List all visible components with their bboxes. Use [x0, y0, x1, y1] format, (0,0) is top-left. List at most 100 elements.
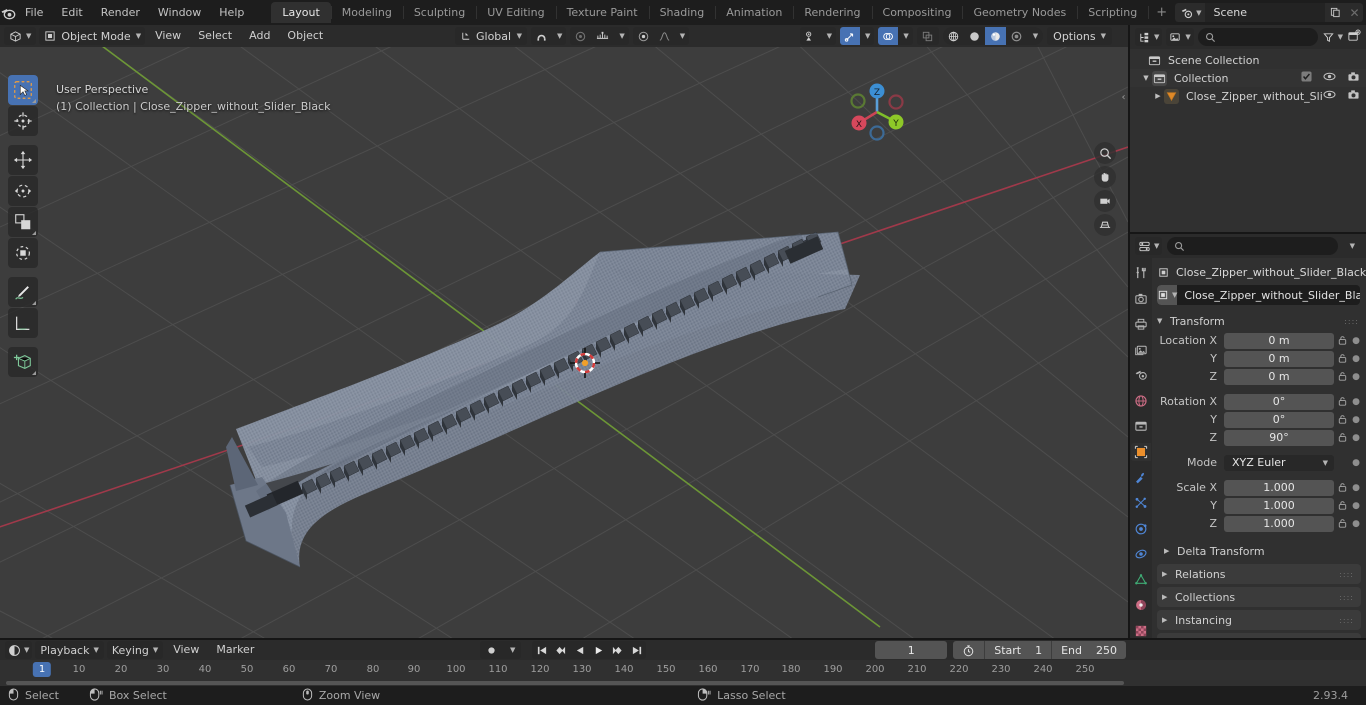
particles-icon[interactable]: [1131, 494, 1151, 513]
properties-editor-icon[interactable]: ▼: [1135, 237, 1163, 255]
magnet-icon[interactable]: [531, 27, 552, 45]
rotation-z-value[interactable]: 90°: [1224, 429, 1334, 446]
gizmo-chevron-icon[interactable]: ▼: [861, 27, 874, 45]
current-frame-field[interactable]: 1: [875, 641, 948, 659]
collection-box-icon[interactable]: [1131, 417, 1151, 436]
tab-modeling[interactable]: Modeling: [330, 2, 403, 23]
viewport-menu-object[interactable]: Object: [280, 27, 330, 45]
transform-panel-header[interactable]: ▼ Transform ::::: [1152, 311, 1366, 331]
outliner-row-object[interactable]: ▶ Close_Zipper_without_Sli: [1130, 87, 1366, 105]
play-icon[interactable]: [589, 641, 608, 659]
animate-property-icon[interactable]: ●: [1350, 458, 1362, 468]
keying-chevron-icon[interactable]: ▼: [504, 641, 521, 659]
lock-icon[interactable]: [1334, 500, 1350, 511]
smooth-falloff-icon[interactable]: [654, 27, 675, 45]
material-sphere-icon[interactable]: [1131, 596, 1151, 615]
lock-icon[interactable]: [1334, 482, 1350, 493]
scene-selector[interactable]: ▼ Scene ✕: [1175, 3, 1364, 22]
navigation-gizmo[interactable]: Z X Y: [840, 75, 914, 149]
tab-sculpting[interactable]: Sculpting: [402, 2, 476, 23]
shading-rendered-icon[interactable]: [1006, 27, 1027, 45]
camera-render-icon[interactable]: [1347, 89, 1360, 103]
new-collection-icon[interactable]: [1347, 29, 1361, 46]
shading-chevron-icon[interactable]: ▼: [1028, 32, 1043, 40]
delta-transform-panel[interactable]: ▶ Delta Transform: [1152, 541, 1366, 561]
overlays-icon[interactable]: [878, 27, 899, 45]
eye-visibility-icon[interactable]: [1323, 71, 1336, 85]
start-frame-field[interactable]: Start 1: [985, 641, 1051, 659]
add-cube-tool[interactable]: [8, 347, 38, 377]
object-name-field[interactable]: ▼ Close_Zipper_without_Slider_Black: [1157, 285, 1360, 305]
location-y-value[interactable]: 0 m: [1224, 350, 1334, 367]
eye-visibility-icon[interactable]: [1323, 89, 1336, 103]
shading-wireframe-icon[interactable]: [943, 27, 964, 45]
outliner-search-input[interactable]: [1197, 28, 1318, 46]
object-square-icon[interactable]: ▼: [1157, 285, 1178, 305]
disclosure-closed-icon[interactable]: ▶: [1152, 92, 1164, 100]
prev-keyframe-icon[interactable]: [551, 641, 570, 659]
world-globe-icon[interactable]: [1131, 392, 1151, 411]
shading-solid-icon[interactable]: [964, 27, 985, 45]
rotation-y-value[interactable]: 0°: [1224, 411, 1334, 428]
menu-help[interactable]: Help: [210, 3, 253, 22]
proportional-toggle-icon[interactable]: [633, 27, 654, 45]
viewport-menu-view[interactable]: View: [148, 27, 188, 45]
relations-panel[interactable]: ▶ Relations ::::: [1157, 564, 1361, 584]
location-x-value[interactable]: 0 m: [1224, 332, 1334, 349]
xray-icon[interactable]: [916, 27, 939, 45]
lock-icon[interactable]: [1334, 414, 1350, 425]
measure-tool[interactable]: [8, 308, 38, 338]
viewport-menu-add[interactable]: Add: [242, 27, 277, 45]
physics-orbit-icon[interactable]: [1131, 519, 1151, 538]
animate-property-icon[interactable]: ●: [1350, 372, 1362, 382]
editor-type-3dview-icon[interactable]: ▼: [4, 27, 37, 45]
instancing-panel[interactable]: ▶ Instancing ::::: [1157, 610, 1361, 630]
overlay-chevron-icon[interactable]: ▼: [899, 27, 912, 45]
animate-property-icon[interactable]: ●: [1350, 483, 1362, 493]
mode-selector[interactable]: Object Mode ▼: [39, 27, 146, 45]
animate-property-icon[interactable]: ●: [1350, 415, 1362, 425]
object-square-icon[interactable]: [1131, 442, 1151, 462]
filter-id-icon[interactable]: ▼: [1166, 28, 1194, 46]
animate-property-icon[interactable]: ●: [1350, 501, 1362, 511]
snap-target-chevron-icon[interactable]: ▼: [615, 27, 628, 45]
location-z-value[interactable]: 0 m: [1224, 368, 1334, 385]
tweak-select-tool[interactable]: [8, 75, 38, 105]
animate-property-icon[interactable]: ●: [1350, 519, 1362, 529]
record-icon[interactable]: [480, 641, 503, 659]
timeline-editor-icon[interactable]: ▼: [5, 641, 33, 659]
scene-name[interactable]: Scene: [1205, 3, 1326, 22]
animate-property-icon[interactable]: ●: [1350, 354, 1362, 364]
scale-z-value[interactable]: 1.000: [1224, 515, 1334, 532]
animate-property-icon[interactable]: ●: [1350, 397, 1362, 407]
playback-menu[interactable]: Playback ▼: [35, 641, 104, 659]
lock-icon[interactable]: [1334, 518, 1350, 529]
scene-cone-icon[interactable]: [1131, 366, 1151, 385]
transform-tool[interactable]: [8, 238, 38, 268]
pan-hand-icon[interactable]: [1094, 166, 1116, 188]
snap-increment-icon[interactable]: [591, 27, 614, 45]
timeline-ruler[interactable]: 1 10 20 30 40 50 60 70 80 90 100 110 120…: [0, 660, 1366, 680]
properties-search-input[interactable]: [1167, 237, 1338, 255]
scale-y-value[interactable]: 1.000: [1224, 497, 1334, 514]
disclosure-open-icon[interactable]: ▼: [1140, 74, 1152, 82]
gizmo-icon[interactable]: [839, 27, 860, 45]
lock-icon[interactable]: [1334, 396, 1350, 407]
blender-logo-icon[interactable]: [0, 0, 16, 25]
editor-separator-horizontal[interactable]: [1130, 232, 1366, 234]
lock-icon[interactable]: [1334, 371, 1350, 382]
viewport-menu-select[interactable]: Select: [191, 27, 239, 45]
rotation-mode-value[interactable]: XYZ Euler ▼: [1224, 454, 1334, 471]
view-layer-images-icon[interactable]: [1131, 341, 1151, 360]
camera-view-icon[interactable]: [1094, 190, 1116, 212]
zoom-icon[interactable]: [1094, 142, 1116, 164]
animate-property-icon[interactable]: ●: [1350, 433, 1362, 443]
tab-compositing[interactable]: Compositing: [871, 2, 963, 23]
wrench-icon[interactable]: [1131, 468, 1151, 487]
tool-expand-corner-icon[interactable]: [32, 231, 36, 235]
camera-render-icon[interactable]: [1347, 71, 1360, 85]
lock-icon[interactable]: [1334, 353, 1350, 364]
outliner-row-scene-collection[interactable]: Scene Collection: [1130, 51, 1366, 69]
tab-layout[interactable]: Layout: [271, 2, 331, 23]
timeline-menu-view[interactable]: View: [166, 641, 206, 659]
